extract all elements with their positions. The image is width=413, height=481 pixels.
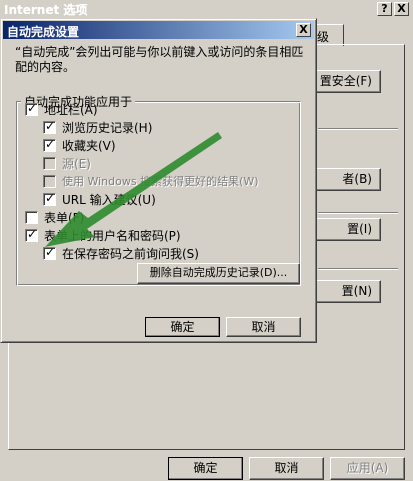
checkmark-icon: ✓: [45, 136, 56, 151]
outer-title-bar: Internet 选项 ? X: [0, 0, 413, 18]
separator: [318, 212, 398, 214]
delete-autocomplete-history-button[interactable]: 删除自动完成历史记录(D)...: [137, 263, 300, 284]
tab-advanced-label: 级: [317, 30, 330, 44]
option-windows-search-label: 使用 Windows 搜索获得更好的结果(W): [62, 175, 259, 188]
option-usernames-passwords[interactable]: ✓ 表单上的用户名和密码(P): [25, 227, 181, 243]
checkbox-forms[interactable]: [25, 210, 38, 224]
checkbox-browsing-history[interactable]: ✓: [43, 118, 56, 134]
option-windows-search: 使用 Windows 搜索获得更好的结果(W): [43, 173, 259, 189]
checkbox-feeds: [43, 156, 56, 170]
option-forms[interactable]: 表单(F): [25, 209, 84, 225]
checkbox-url-suggestions[interactable]: ✓: [43, 190, 56, 206]
option-ask-before-saving[interactable]: ✓ 在保存密码之前询问我(S): [43, 245, 199, 261]
dialog-title-bar: 自动完成设置 X: [3, 21, 314, 39]
outer-close-button[interactable]: X: [394, 2, 409, 16]
checkmark-icon: ✓: [27, 226, 38, 241]
option-forms-label: 表单(F): [44, 210, 85, 225]
checkbox-windows-search: [43, 174, 56, 188]
checkbox-usernames-passwords[interactable]: ✓: [25, 226, 38, 242]
apply-button: 应用(A): [330, 457, 405, 480]
outer-window-title: Internet 选项: [4, 3, 88, 17]
checkmark-icon: ✓: [45, 190, 56, 205]
dialog-description: “自动完成”会列出可能与你以前键入或访问的条目相匹配的内容。: [15, 45, 304, 74]
dialog-close-button[interactable]: X: [296, 23, 311, 37]
option-url-suggestions-label: URL 输入建议(U): [62, 192, 156, 207]
option-address-bar[interactable]: ✓ 地址栏(A): [25, 101, 98, 117]
outer-cancel-button[interactable]: 取消: [249, 457, 324, 480]
checkmark-icon: ✓: [27, 100, 38, 115]
checkbox-address-bar[interactable]: ✓: [25, 100, 38, 116]
dialog-ok-button[interactable]: 确定: [145, 317, 220, 337]
dialog-cancel-button[interactable]: 取消: [226, 317, 301, 337]
option-browsing-history-label: 浏览历史记录(H): [62, 120, 153, 135]
option-usernames-passwords-label: 表单上的用户名和密码(P): [44, 228, 181, 243]
option-url-suggestions[interactable]: ✓ URL 输入建议(U): [43, 191, 156, 207]
option-feeds: 源(E): [43, 155, 91, 171]
checkmark-icon: ✓: [45, 244, 56, 259]
help-button[interactable]: ?: [377, 2, 392, 16]
option-feeds-label: 源(E): [62, 156, 91, 171]
separator: [318, 268, 398, 270]
option-address-bar-label: 地址栏(A): [44, 102, 98, 117]
option-browsing-history[interactable]: ✓ 浏览历史记录(H): [43, 119, 152, 135]
autocomplete-settings-dialog: 自动完成设置 X “自动完成”会列出可能与你以前键入或访问的条目相匹配的内容。 …: [0, 18, 317, 343]
checkbox-ask-before-saving[interactable]: ✓: [43, 244, 56, 260]
checkmark-icon: ✓: [45, 118, 56, 133]
option-favorites-label: 收藏夹(V): [62, 138, 116, 153]
outer-ok-button[interactable]: 确定: [168, 457, 243, 480]
separator: [318, 128, 398, 130]
option-ask-before-saving-label: 在保存密码之前询问我(S): [62, 246, 199, 261]
dialog-title: 自动完成设置: [7, 25, 80, 39]
option-favorites[interactable]: ✓ 收藏夹(V): [43, 137, 116, 153]
checkbox-favorites[interactable]: ✓: [43, 136, 56, 152]
